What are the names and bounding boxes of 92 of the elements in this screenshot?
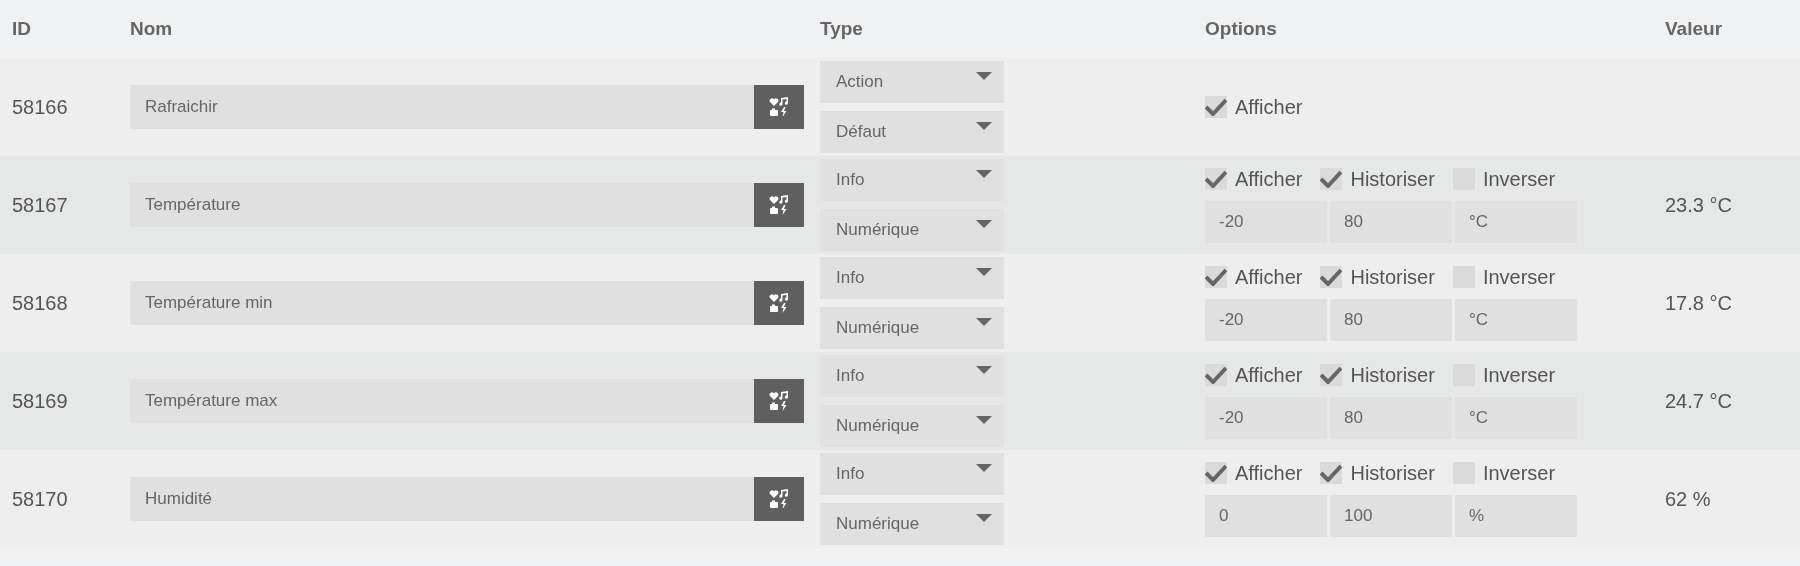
option-checkbox[interactable]: Inverser xyxy=(1452,265,1556,289)
range-field[interactable]: 0 xyxy=(1205,494,1327,537)
option-checkbox[interactable]: Inverser xyxy=(1452,461,1556,485)
caret-icon xyxy=(976,366,992,376)
type-select[interactable]: Numérique xyxy=(820,307,1004,349)
checkbox[interactable] xyxy=(1205,364,1227,386)
icon-picker-button[interactable] xyxy=(754,379,804,423)
name-field[interactable]: Température xyxy=(130,183,754,227)
type-select[interactable]: Défaut xyxy=(820,111,1004,153)
checkbox[interactable] xyxy=(1320,266,1343,288)
checkbox[interactable] xyxy=(1205,96,1227,118)
heart-music-icon xyxy=(769,97,789,117)
icon-picker-button[interactable] xyxy=(754,85,804,129)
range-field[interactable]: 100 xyxy=(1330,494,1452,537)
range-field[interactable]: 80 xyxy=(1330,298,1452,341)
check-icon xyxy=(1320,366,1343,384)
type-select[interactable]: Numérique xyxy=(820,209,1004,251)
check-icon xyxy=(1205,98,1227,116)
icon-picker-button[interactable] xyxy=(754,183,804,227)
range-field[interactable]: % xyxy=(1455,494,1577,537)
checkbox[interactable] xyxy=(1205,462,1227,484)
caret-icon xyxy=(976,268,992,278)
id-cell-text: 58169 xyxy=(12,389,69,413)
heart-music-icon xyxy=(769,489,789,509)
name-field[interactable]: Température min xyxy=(130,281,754,325)
option-checkbox[interactable]: Afficher xyxy=(1205,363,1303,387)
range-field[interactable]: -20 xyxy=(1205,396,1327,439)
option-checkbox[interactable]: Historiser xyxy=(1320,167,1435,191)
checkbox[interactable] xyxy=(1205,168,1227,190)
option-checkbox[interactable]: Afficher xyxy=(1205,95,1303,119)
name-field[interactable]: Température max xyxy=(130,379,754,423)
check-icon xyxy=(1205,170,1227,188)
checkbox[interactable] xyxy=(1320,168,1343,190)
column-header: Type xyxy=(820,18,864,40)
checkbox[interactable] xyxy=(1320,364,1343,386)
check-icon xyxy=(1320,464,1343,482)
id-cell-text: 58170 xyxy=(12,487,69,511)
icon-picker-button[interactable] xyxy=(754,281,804,325)
column-header: Options xyxy=(1205,18,1278,40)
column-header: Nom xyxy=(130,18,174,40)
type-select[interactable]: Action xyxy=(820,61,1004,103)
caret-icon xyxy=(976,170,992,180)
checkbox[interactable] xyxy=(1320,462,1343,484)
check-icon xyxy=(1320,170,1343,188)
column-header: ID xyxy=(12,18,32,40)
range-field[interactable]: -20 xyxy=(1205,298,1327,341)
icon-picker-button[interactable] xyxy=(754,477,804,521)
heart-music-icon xyxy=(769,391,789,411)
range-field[interactable]: 80 xyxy=(1330,396,1452,439)
range-field[interactable]: °C xyxy=(1455,200,1577,243)
check-icon xyxy=(1205,366,1227,384)
caret-icon xyxy=(976,122,992,132)
caret-icon xyxy=(976,220,992,230)
option-checkbox[interactable]: Historiser xyxy=(1320,461,1435,485)
option-checkbox[interactable]: Historiser xyxy=(1320,363,1435,387)
option-checkbox[interactable]: Inverser xyxy=(1452,363,1556,387)
checkbox[interactable] xyxy=(1205,266,1227,288)
caret-icon xyxy=(976,514,992,524)
caret-icon xyxy=(976,318,992,328)
caret-icon xyxy=(976,464,992,474)
heart-music-icon xyxy=(769,195,789,215)
type-select[interactable]: Numérique xyxy=(820,405,1004,447)
column-header: Valeur xyxy=(1665,18,1724,40)
type-select[interactable]: Info xyxy=(820,159,1004,201)
id-cell-text: 58168 xyxy=(12,291,69,315)
check-icon xyxy=(1205,464,1227,482)
type-select[interactable]: Numérique xyxy=(820,503,1004,545)
type-select[interactable]: Info xyxy=(820,453,1004,495)
caret-icon xyxy=(976,72,992,82)
value-text: 24.7 °C xyxy=(1665,389,1733,413)
check-icon xyxy=(1205,268,1227,286)
range-field[interactable]: 80 xyxy=(1330,200,1452,243)
name-field[interactable]: Humidité xyxy=(130,477,754,521)
option-checkbox[interactable]: Afficher xyxy=(1205,461,1303,485)
option-checkbox[interactable]: Historiser xyxy=(1320,265,1435,289)
range-field[interactable]: -20 xyxy=(1205,200,1327,243)
heart-music-icon xyxy=(769,293,789,313)
id-cell-text: 58166 xyxy=(12,95,69,119)
range-field[interactable]: °C xyxy=(1455,396,1577,439)
type-select[interactable]: Info xyxy=(820,355,1004,397)
option-checkbox[interactable]: Afficher xyxy=(1205,167,1303,191)
value-text: 17.8 °C xyxy=(1665,291,1733,315)
option-checkbox[interactable]: Afficher xyxy=(1205,265,1303,289)
value-text: 62 % xyxy=(1665,487,1712,511)
id-cell-text: 58167 xyxy=(12,193,69,217)
option-checkbox[interactable]: Inverser xyxy=(1452,167,1556,191)
check-icon xyxy=(1320,268,1343,286)
value-text: 23.3 °C xyxy=(1665,193,1733,217)
range-field[interactable]: °C xyxy=(1455,298,1577,341)
caret-icon xyxy=(976,416,992,426)
type-select[interactable]: Info xyxy=(820,257,1004,299)
name-field[interactable]: Rafraichir xyxy=(130,85,754,129)
